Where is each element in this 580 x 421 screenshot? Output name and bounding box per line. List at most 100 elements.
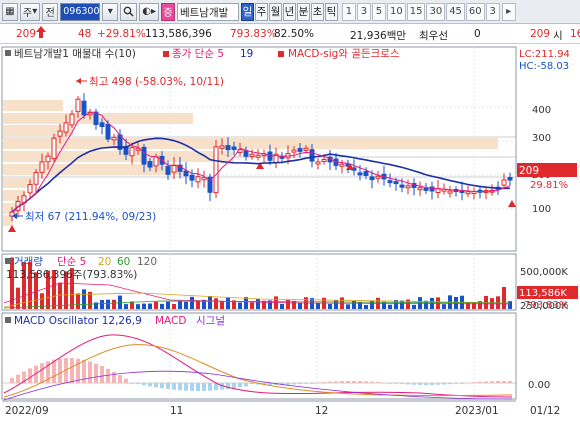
candle-body-16	[105, 123, 111, 140]
macd-hist-bar-48	[298, 383, 302, 385]
macd-hist-bar-61	[376, 382, 380, 383]
macd-hist-bar-56	[346, 381, 350, 383]
xtick-2023-01: 2023/01	[455, 405, 499, 417]
macd-hist-bar-1	[16, 374, 20, 383]
interval-button-5[interactable]: 30	[426, 2, 446, 21]
up-arrow-icon	[35, 25, 47, 42]
xtick-12: 12	[315, 405, 328, 417]
volume-bar-66	[406, 299, 410, 309]
macd-osc-legend: MACD Oscillator 12,26,9	[14, 315, 142, 327]
volume-bar-38	[238, 302, 242, 309]
price-ytick-100: 100	[532, 204, 551, 215]
volume-bar-30	[190, 296, 194, 309]
period-tab-1[interactable]: 주	[254, 2, 268, 21]
period-tab-3[interactable]: 년	[282, 2, 296, 21]
macd-hist-bar-53	[328, 381, 332, 383]
macd-hist-bar-13	[88, 361, 92, 383]
volume-bar-17	[112, 299, 116, 309]
interval-button-4[interactable]: 15	[406, 2, 426, 21]
chart-area[interactable]: 베트남개발1 매물대 수(10) 종가 단순 5 19 MACD-sig와 골든…	[0, 45, 580, 421]
interval-button-7[interactable]: 60	[465, 2, 485, 21]
volume-bar-59	[364, 304, 368, 309]
period-tab-2[interactable]: 월	[268, 2, 282, 21]
macd-hist-bar-25	[160, 383, 164, 389]
macd-hist-bar-22	[142, 383, 146, 386]
price-change: 48	[78, 28, 92, 40]
candle-body-36	[225, 145, 231, 151]
macd-hist-bar-47	[292, 383, 296, 385]
stock-code-input[interactable]	[60, 2, 101, 21]
volume-bar-26	[166, 301, 170, 309]
interval-button-8[interactable]: 3	[485, 2, 500, 21]
interval-button-2[interactable]: 5	[371, 2, 386, 21]
volume-legend-icon	[5, 258, 11, 264]
macd-hist-bar-28	[178, 383, 182, 391]
ma-legend-label-2: 19	[240, 48, 253, 60]
macd-legend-icon	[5, 317, 11, 323]
interval-button-1[interactable]: 3	[356, 2, 371, 21]
macd-hist-bar-21	[136, 383, 140, 385]
macd-hist-bar-52	[322, 382, 326, 383]
volume-bar-12	[82, 289, 86, 309]
candle-body-17	[111, 136, 117, 141]
macd-hist-bar-72	[442, 383, 446, 385]
macd-hist-bar-75	[460, 383, 464, 384]
volume-bar-60	[370, 300, 374, 309]
open-value: 16	[570, 28, 580, 40]
volume-bar-28	[178, 300, 182, 309]
macd-hist-bar-23	[148, 383, 152, 387]
macd-hist-bar-29	[184, 383, 188, 391]
candle-body-35	[219, 145, 225, 149]
candle-body-55	[339, 163, 345, 167]
macd-hist-bar-18	[118, 375, 122, 383]
candle-body-32	[201, 177, 207, 181]
candle-body-49	[303, 147, 309, 151]
period-tab-5[interactable]: 초	[310, 2, 324, 21]
macd-hist-bar-8	[58, 358, 62, 383]
volume-bar-15	[100, 300, 104, 309]
interval-button-6[interactable]: 45	[446, 2, 465, 21]
candle-body-68	[417, 187, 423, 191]
macd-hist-bar-40	[250, 383, 254, 385]
volume-bar-65	[400, 300, 404, 309]
stock-chart-svg[interactable]: 베트남개발1 매물대 수(10) 종가 단순 5 19 MACD-sig와 골든…	[0, 45, 580, 421]
more-intervals-button[interactable]: ▸	[501, 2, 516, 21]
volume-legend-ma60: 60	[117, 256, 130, 268]
high-label: 최고 498 (-58.03%, 10/11)	[89, 76, 224, 88]
macd-hist-bar-11	[76, 358, 80, 383]
period-tab-0[interactable]: 일	[240, 2, 254, 21]
volume-bar-18	[118, 295, 122, 309]
period-tab-4[interactable]: 분	[296, 2, 310, 21]
code-dropdown-button[interactable]: ▾	[102, 2, 119, 21]
volume-bar-39	[244, 297, 248, 309]
macd-hist-bar-10	[70, 358, 74, 383]
layout-icon[interactable]: ▦	[2, 2, 18, 21]
prev-next-icon[interactable]: ◐▸	[139, 2, 159, 21]
open-label: 시	[553, 30, 563, 42]
volume-bar-29	[184, 301, 188, 309]
macd-hist-bar-19	[124, 378, 128, 383]
macd-hist-bar-77	[472, 382, 476, 384]
macd-hist-bar-3	[28, 368, 32, 383]
market-select[interactable]: 주 ▾	[20, 2, 41, 21]
candle-body-30	[189, 174, 195, 181]
interval-button-0[interactable]: 1	[341, 2, 356, 21]
candle-body-11	[75, 98, 81, 113]
volume-bar-56	[346, 304, 350, 309]
low-label: 최저 67 (211.94%, 09/23)	[25, 211, 156, 223]
code-type-button[interactable]: 전	[42, 2, 59, 21]
period-tab-6[interactable]: 틱	[324, 2, 338, 21]
macd-hist-bar-81	[496, 381, 500, 383]
candle-body-60	[369, 176, 375, 181]
candle-body-73	[447, 190, 453, 194]
candle-body-24	[153, 156, 159, 167]
candle-body-9	[63, 122, 69, 133]
candle-body-12	[81, 100, 87, 116]
macd-hist-bar-68	[418, 383, 422, 385]
macd-hist-bar-31	[196, 383, 200, 391]
search-icon[interactable]	[120, 2, 138, 21]
interval-button-3[interactable]: 10	[386, 2, 406, 21]
candle-body-63	[387, 180, 393, 184]
candle-body-65	[399, 184, 405, 188]
volume-bar-24	[154, 301, 158, 309]
